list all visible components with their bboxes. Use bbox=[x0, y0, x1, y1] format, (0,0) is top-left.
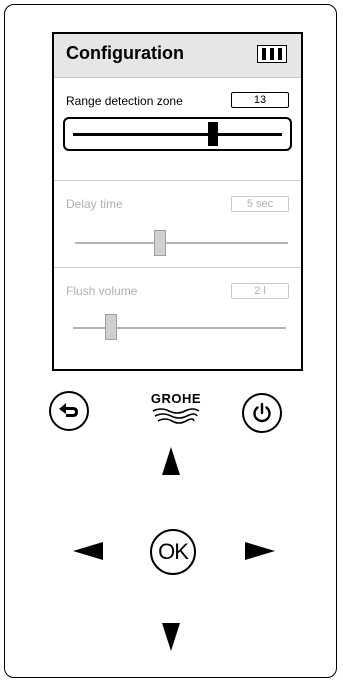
setting-value: 2 l bbox=[231, 283, 289, 299]
slider-thumb[interactable] bbox=[208, 122, 219, 146]
setting-value: 5 sec bbox=[231, 196, 289, 212]
screen-title: Configuration bbox=[66, 43, 184, 63]
down-arrow-icon[interactable] bbox=[162, 623, 180, 651]
remote-control-device: Configuration Range detection zone 13 De… bbox=[4, 4, 337, 678]
setting-value: 13 bbox=[231, 92, 289, 108]
up-arrow-icon[interactable] bbox=[162, 447, 180, 475]
setting-label: Range detection zone bbox=[66, 94, 183, 108]
slider-thumb[interactable] bbox=[105, 314, 118, 340]
screen-header: Configuration bbox=[54, 34, 301, 78]
ok-button[interactable]: OK bbox=[150, 529, 196, 575]
setting-delay-time[interactable]: Delay time 5 sec bbox=[54, 181, 301, 267]
setting-label: Flush volume bbox=[66, 284, 138, 298]
display-screen: Configuration Range detection zone 13 De… bbox=[52, 32, 303, 371]
left-arrow-icon[interactable] bbox=[73, 542, 103, 560]
range-slider[interactable] bbox=[63, 117, 292, 151]
battery-full-icon bbox=[257, 45, 287, 63]
back-arrow-icon bbox=[59, 403, 78, 417]
power-icon bbox=[253, 402, 271, 423]
slider-track bbox=[73, 133, 282, 136]
setting-label: Delay time bbox=[66, 197, 123, 211]
water-waves-icon bbox=[152, 408, 200, 424]
setting-range-detection-zone[interactable]: Range detection zone 13 bbox=[54, 78, 301, 182]
logo-text: GROHE bbox=[150, 391, 202, 406]
power-button[interactable] bbox=[242, 393, 282, 433]
slider-thumb[interactable] bbox=[154, 230, 167, 256]
brand-logo: GROHE bbox=[141, 391, 211, 431]
setting-flush-volume[interactable]: Flush volume 2 l bbox=[54, 268, 301, 368]
right-arrow-icon[interactable] bbox=[245, 542, 275, 560]
back-button[interactable] bbox=[49, 391, 89, 431]
slider-track bbox=[75, 242, 288, 244]
ok-label: OK bbox=[158, 539, 189, 564]
